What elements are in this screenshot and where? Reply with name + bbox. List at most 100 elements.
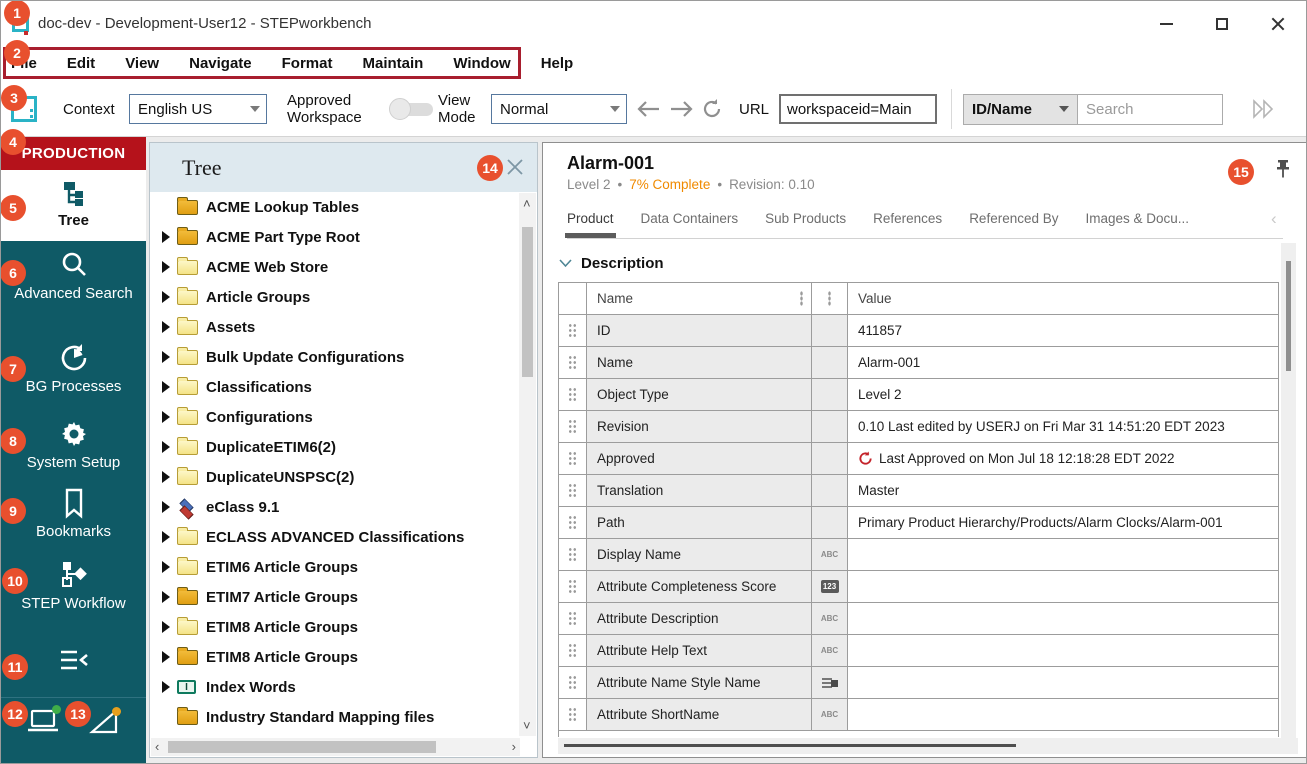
tree-item[interactable]: I ACME Web Store [150,252,518,282]
tree-item[interactable]: I Article Groups [150,282,518,312]
row-drag-handle[interactable] [559,667,587,698]
expand-arrow-icon[interactable] [162,621,170,633]
tree-item[interactable]: I Classifications [150,372,518,402]
row-drag-handle[interactable] [559,475,587,506]
row-drag-handle[interactable] [559,635,587,666]
row-drag-handle[interactable] [559,603,587,634]
tree-item[interactable]: I Bulk Update Configurations [150,342,518,372]
tree-item[interactable]: I ETIM8 Article Groups [150,642,518,672]
close-icon[interactable] [505,157,525,177]
tree-item[interactable]: I ACME Lookup Tables [150,192,518,222]
row-drag-handle[interactable] [559,507,587,538]
tree-item[interactable]: I ECLASS ADVANCED Classifications [150,522,518,552]
menu-item[interactable]: Format [282,55,333,72]
attribute-value-cell[interactable]: Last Approved on Mon Jul 18 12:18:28 EDT… [848,443,1278,474]
tab[interactable]: Referenced By [969,205,1058,226]
tree-item[interactable]: I ACME Part Type Root [150,222,518,252]
expand-arrow-icon[interactable] [162,531,170,543]
menu-item[interactable]: Maintain [362,55,423,72]
scroll-right-icon[interactable]: › [512,740,516,753]
expand-arrow-icon[interactable] [162,291,170,303]
search-type-dropdown[interactable]: ID/Name [963,94,1078,125]
tree-item[interactable]: I ETIM6 Article Groups [150,552,518,582]
expand-arrow-icon[interactable] [162,411,170,423]
context-dropdown[interactable]: English US [129,94,267,124]
attribute-value-cell[interactable] [848,667,1278,698]
tab[interactable]: References [873,205,942,226]
fast-forward-button[interactable] [1251,81,1277,137]
attribute-value-cell[interactable]: Level 2 [848,379,1278,410]
table-row[interactable]: Display Name ABC ABC [559,539,1278,571]
scrollbar-thumb[interactable] [522,227,533,377]
scroll-down-icon[interactable]: ˅ [523,719,531,732]
tab[interactable]: Product [567,205,614,226]
table-row[interactable]: Translation Master [559,475,1278,507]
attribute-value-cell[interactable] [848,539,1278,570]
view-mode-dropdown[interactable]: Normal [491,94,627,124]
attribute-value-cell[interactable]: 0.10 Last edited by USERJ on Fri Mar 31 … [848,411,1278,442]
tree-item[interactable]: I DuplicateUNSPSC(2) [150,462,518,492]
main-vertical-scrollbar[interactable] [1281,243,1296,738]
expand-arrow-icon[interactable] [162,591,170,603]
expand-arrow-icon[interactable] [162,561,170,573]
main-horizontal-scrollbar[interactable] [558,738,1298,754]
table-row[interactable]: Attribute Name Style Name [559,667,1278,699]
tree-item[interactable]: I Configurations [150,402,518,432]
scrollbar-thumb[interactable] [1286,261,1291,371]
close-button[interactable] [1250,1,1306,46]
approved-workspace-toggle[interactable] [389,98,435,120]
row-drag-handle[interactable] [559,347,587,378]
tree-item[interactable]: I Assets [150,312,518,342]
pin-icon[interactable] [1274,159,1292,181]
menu-item[interactable]: Edit [67,55,95,72]
tree-item[interactable]: I Index Words [150,672,518,702]
menu-item[interactable]: View [125,55,159,72]
tree-item[interactable]: I ETIM8 Article Groups [150,612,518,642]
attribute-value-cell[interactable] [848,603,1278,634]
column-menu-icon[interactable] [828,291,831,306]
tab[interactable]: Data Containers [641,205,739,226]
scroll-left-icon[interactable]: ‹ [155,740,159,753]
row-drag-handle[interactable] [559,699,587,730]
url-input[interactable] [779,94,937,124]
type-column-header[interactable] [812,283,848,314]
attribute-value-cell[interactable]: 411857 [848,315,1278,346]
row-drag-handle[interactable] [559,315,587,346]
expand-arrow-icon[interactable] [162,351,170,363]
expand-arrow-icon[interactable] [162,231,170,243]
row-drag-handle[interactable] [559,411,587,442]
scrollbar-thumb[interactable] [168,741,436,753]
row-drag-handle[interactable] [559,379,587,410]
tree-item[interactable]: I DuplicateETIM6(2) [150,432,518,462]
description-section-header[interactable]: Description [559,255,664,272]
menu-item[interactable]: Navigate [189,55,252,72]
table-row[interactable]: Attribute ShortName ABC ABC [559,699,1278,731]
expand-arrow-icon[interactable] [162,441,170,453]
tab[interactable]: Sub Products [765,205,846,226]
attribute-value-cell[interactable]: Alarm-001 [848,347,1278,378]
maximize-button[interactable] [1194,1,1250,46]
tab[interactable]: Images & Docu... [1086,205,1190,226]
attribute-value-cell[interactable] [848,571,1278,602]
expand-arrow-icon[interactable] [162,681,170,693]
table-row[interactable]: Path Primary Product Hierarchy/Products/… [559,507,1278,539]
refresh-button[interactable] [701,81,723,137]
row-drag-handle[interactable] [559,443,587,474]
row-drag-handle[interactable] [559,539,587,570]
search-input[interactable] [1078,94,1223,125]
forward-button[interactable] [669,81,693,137]
menu-item[interactable]: Window [453,55,510,72]
table-row[interactable]: Name Alarm-001 [559,347,1278,379]
tree-horizontal-scrollbar[interactable]: ‹ › [151,738,520,756]
table-row[interactable]: Attribute Completeness Score 123 123 [559,571,1278,603]
attribute-value-cell[interactable] [848,699,1278,730]
expand-arrow-icon[interactable] [162,471,170,483]
table-row[interactable]: ID 411857 [559,315,1278,347]
row-drag-handle[interactable] [559,571,587,602]
column-menu-icon[interactable] [800,291,803,306]
value-column-header[interactable]: Value [848,283,1278,314]
scrollbar-thumb[interactable] [564,744,1016,747]
client-status-button[interactable] [25,705,63,742]
attribute-value-cell[interactable]: Master [848,475,1278,506]
attribute-value-cell[interactable]: Primary Product Hierarchy/Products/Alarm… [848,507,1278,538]
